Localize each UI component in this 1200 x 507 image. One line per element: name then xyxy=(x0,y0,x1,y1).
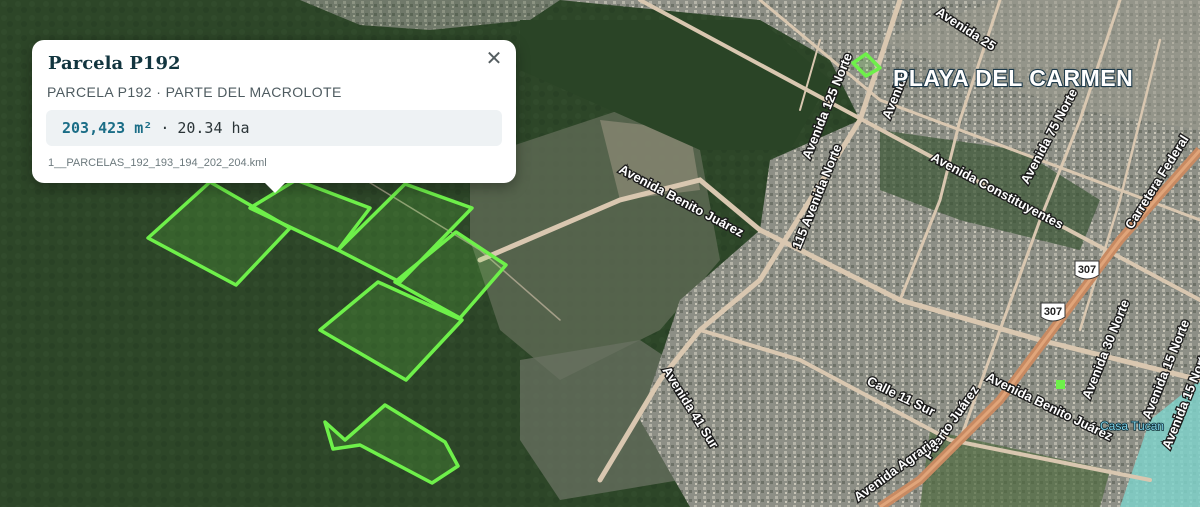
popup-subtitle: PARCELA P192 · PARTE DEL MACROLOTE xyxy=(47,84,342,100)
area-ha: 20.34 ha xyxy=(177,119,250,137)
highway-shield: 307 xyxy=(1040,302,1066,322)
city-label: PLAYA DEL CARMEN xyxy=(893,65,1133,91)
popup-filename: 1__PARCELAS_192_193_194_202_204.kml xyxy=(48,157,267,169)
popup-title: Parcela P192 xyxy=(48,53,181,74)
area-separator: · xyxy=(160,119,170,137)
parcel-popup: Parcela P192 ✕ PARCELA P192 · PARTE DEL … xyxy=(32,40,516,193)
close-icon[interactable]: ✕ xyxy=(482,46,506,70)
svg-text:307: 307 xyxy=(1044,306,1062,318)
area-m2: 203,423 m² xyxy=(62,119,153,137)
highway-shield: 307 xyxy=(1074,260,1100,280)
area-box: 203,423 m² · 20.34 ha xyxy=(46,110,502,146)
poi-label: Casa Tucan xyxy=(1100,419,1164,433)
svg-text:307: 307 xyxy=(1078,264,1096,276)
parcel-marker[interactable] xyxy=(1056,380,1065,389)
popup-pointer xyxy=(264,182,286,193)
